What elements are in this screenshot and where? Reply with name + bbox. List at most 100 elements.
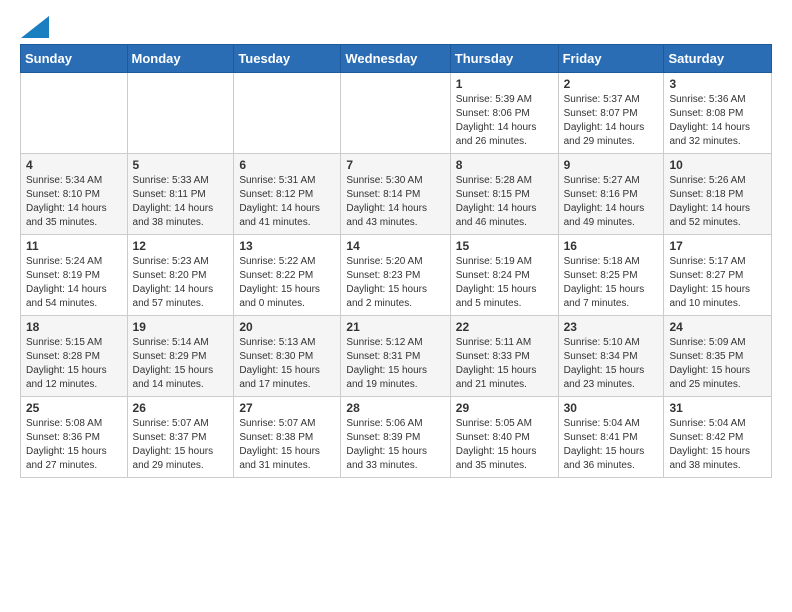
header (20, 16, 772, 34)
calendar-week-4: 18 Sunrise: 5:15 AM Sunset: 8:28 PM Dayli… (21, 316, 772, 397)
day-number: 24 (669, 320, 766, 334)
day-number: 6 (239, 158, 335, 172)
calendar-cell: 15 Sunrise: 5:19 AM Sunset: 8:24 PM Dayli… (450, 235, 558, 316)
day-info: Sunrise: 5:08 AM Sunset: 8:36 PM Dayligh… (26, 417, 122, 473)
day-number: 9 (564, 158, 659, 172)
day-number: 21 (346, 320, 444, 334)
calendar-cell: 3 Sunrise: 5:36 AM Sunset: 8:08 PM Daylig… (664, 73, 772, 154)
day-info: Sunrise: 5:07 AM Sunset: 8:38 PM Dayligh… (239, 417, 335, 473)
calendar-cell: 14 Sunrise: 5:20 AM Sunset: 8:23 PM Dayli… (341, 235, 450, 316)
day-info: Sunrise: 5:11 AM Sunset: 8:33 PM Dayligh… (456, 336, 553, 392)
day-info: Sunrise: 5:09 AM Sunset: 8:35 PM Dayligh… (669, 336, 766, 392)
weekday-header-monday: Monday (127, 45, 234, 73)
weekday-header-tuesday: Tuesday (234, 45, 341, 73)
day-info: Sunrise: 5:14 AM Sunset: 8:29 PM Dayligh… (133, 336, 229, 392)
day-number: 13 (239, 239, 335, 253)
day-number: 30 (564, 401, 659, 415)
logo-icon (21, 16, 49, 38)
day-number: 1 (456, 77, 553, 91)
day-info: Sunrise: 5:27 AM Sunset: 8:16 PM Dayligh… (564, 174, 659, 230)
day-number: 18 (26, 320, 122, 334)
calendar-cell: 20Sunrise: 5:13 AM Sunset: 8:30 PM Dayli… (234, 316, 341, 397)
day-info: Sunrise: 5:17 AM Sunset: 8:27 PM Dayligh… (669, 255, 766, 311)
day-info: Sunrise: 5:19 AM Sunset: 8:24 PM Dayligh… (456, 255, 553, 311)
calendar-cell: 28Sunrise: 5:06 AM Sunset: 8:39 PM Dayli… (341, 397, 450, 478)
calendar-cell: 6 Sunrise: 5:31 AM Sunset: 8:12 PM Daylig… (234, 154, 341, 235)
logo (20, 16, 49, 34)
day-number: 16 (564, 239, 659, 253)
day-number: 7 (346, 158, 444, 172)
calendar-cell: 7 Sunrise: 5:30 AM Sunset: 8:14 PM Daylig… (341, 154, 450, 235)
calendar-cell: 26 Sunrise: 5:07 AM Sunset: 8:37 PM Dayli… (127, 397, 234, 478)
day-info: Sunrise: 5:22 AM Sunset: 8:22 PM Dayligh… (239, 255, 335, 311)
calendar-cell: 12 Sunrise: 5:23 AM Sunset: 8:20 PM Dayli… (127, 235, 234, 316)
day-number: 8 (456, 158, 553, 172)
calendar-cell: 25 Sunrise: 5:08 AM Sunset: 8:36 PM Dayli… (21, 397, 128, 478)
day-info: Sunrise: 5:05 AM Sunset: 8:40 PM Dayligh… (456, 417, 553, 473)
day-number: 19 (133, 320, 229, 334)
day-number: 15 (456, 239, 553, 253)
weekday-header-row: SundayMondayTuesdayWednesdayThursdayFrid… (21, 45, 772, 73)
day-info: Sunrise: 5:20 AM Sunset: 8:23 PM Dayligh… (346, 255, 444, 311)
day-number: 14 (346, 239, 444, 253)
day-info: Sunrise: 5:10 AM Sunset: 8:34 PM Dayligh… (564, 336, 659, 392)
calendar-cell: 5Sunrise: 5:33 AM Sunset: 8:11 PM Daylig… (127, 154, 234, 235)
day-info: Sunrise: 5:30 AM Sunset: 8:14 PM Dayligh… (346, 174, 444, 230)
day-info: Sunrise: 5:28 AM Sunset: 8:15 PM Dayligh… (456, 174, 553, 230)
day-info: Sunrise: 5:36 AM Sunset: 8:08 PM Dayligh… (669, 93, 766, 149)
day-number: 29 (456, 401, 553, 415)
calendar-cell: 29 Sunrise: 5:05 AM Sunset: 8:40 PM Dayli… (450, 397, 558, 478)
day-number: 12 (133, 239, 229, 253)
day-number: 20 (239, 320, 335, 334)
calendar-cell: 1 Sunrise: 5:39 AM Sunset: 8:06 PM Daylig… (450, 73, 558, 154)
day-info: Sunrise: 5:37 AM Sunset: 8:07 PM Dayligh… (564, 93, 659, 149)
calendar-cell: 10Sunrise: 5:26 AM Sunset: 8:18 PM Dayli… (664, 154, 772, 235)
day-info: Sunrise: 5:39 AM Sunset: 8:06 PM Dayligh… (456, 93, 553, 149)
calendar-cell: 16Sunrise: 5:18 AM Sunset: 8:25 PM Dayli… (558, 235, 664, 316)
weekday-header-wednesday: Wednesday (341, 45, 450, 73)
day-info: Sunrise: 5:06 AM Sunset: 8:39 PM Dayligh… (346, 417, 444, 473)
calendar-cell: 19 Sunrise: 5:14 AM Sunset: 8:29 PM Dayli… (127, 316, 234, 397)
calendar-week-3: 11 Sunrise: 5:24 AM Sunset: 8:19 PM Dayli… (21, 235, 772, 316)
day-number: 2 (564, 77, 659, 91)
calendar-cell (127, 73, 234, 154)
calendar-cell: 31Sunrise: 5:04 AM Sunset: 8:42 PM Dayli… (664, 397, 772, 478)
calendar-cell (21, 73, 128, 154)
day-number: 11 (26, 239, 122, 253)
day-number: 25 (26, 401, 122, 415)
calendar-cell: 4 Sunrise: 5:34 AM Sunset: 8:10 PM Daylig… (21, 154, 128, 235)
day-number: 10 (669, 158, 766, 172)
calendar-cell: 23 Sunrise: 5:10 AM Sunset: 8:34 PM Dayli… (558, 316, 664, 397)
calendar-cell: 8 Sunrise: 5:28 AM Sunset: 8:15 PM Daylig… (450, 154, 558, 235)
calendar-cell: 21 Sunrise: 5:12 AM Sunset: 8:31 PM Dayli… (341, 316, 450, 397)
day-number: 23 (564, 320, 659, 334)
calendar-week-2: 4 Sunrise: 5:34 AM Sunset: 8:10 PM Daylig… (21, 154, 772, 235)
day-number: 27 (239, 401, 335, 415)
day-info: Sunrise: 5:31 AM Sunset: 8:12 PM Dayligh… (239, 174, 335, 230)
page: SundayMondayTuesdayWednesdayThursdayFrid… (0, 0, 792, 494)
calendar-cell: 30 Sunrise: 5:04 AM Sunset: 8:41 PM Dayli… (558, 397, 664, 478)
day-number: 17 (669, 239, 766, 253)
calendar-cell: 22Sunrise: 5:11 AM Sunset: 8:33 PM Dayli… (450, 316, 558, 397)
calendar-table: SundayMondayTuesdayWednesdayThursdayFrid… (20, 44, 772, 478)
day-info: Sunrise: 5:04 AM Sunset: 8:41 PM Dayligh… (564, 417, 659, 473)
day-info: Sunrise: 5:15 AM Sunset: 8:28 PM Dayligh… (26, 336, 122, 392)
weekday-header-saturday: Saturday (664, 45, 772, 73)
day-number: 26 (133, 401, 229, 415)
day-number: 5 (133, 158, 229, 172)
day-number: 3 (669, 77, 766, 91)
calendar-cell: 2 Sunrise: 5:37 AM Sunset: 8:07 PM Daylig… (558, 73, 664, 154)
day-number: 4 (26, 158, 122, 172)
day-info: Sunrise: 5:23 AM Sunset: 8:20 PM Dayligh… (133, 255, 229, 311)
calendar-week-1: 1 Sunrise: 5:39 AM Sunset: 8:06 PM Daylig… (21, 73, 772, 154)
day-info: Sunrise: 5:07 AM Sunset: 8:37 PM Dayligh… (133, 417, 229, 473)
day-info: Sunrise: 5:24 AM Sunset: 8:19 PM Dayligh… (26, 255, 122, 311)
weekday-header-friday: Friday (558, 45, 664, 73)
calendar-cell: 18 Sunrise: 5:15 AM Sunset: 8:28 PM Dayli… (21, 316, 128, 397)
calendar-cell: 11 Sunrise: 5:24 AM Sunset: 8:19 PM Dayli… (21, 235, 128, 316)
day-info: Sunrise: 5:04 AM Sunset: 8:42 PM Dayligh… (669, 417, 766, 473)
calendar-week-5: 25 Sunrise: 5:08 AM Sunset: 8:36 PM Dayli… (21, 397, 772, 478)
calendar-cell: 27 Sunrise: 5:07 AM Sunset: 8:38 PM Dayli… (234, 397, 341, 478)
day-info: Sunrise: 5:34 AM Sunset: 8:10 PM Dayligh… (26, 174, 122, 230)
day-info: Sunrise: 5:12 AM Sunset: 8:31 PM Dayligh… (346, 336, 444, 392)
